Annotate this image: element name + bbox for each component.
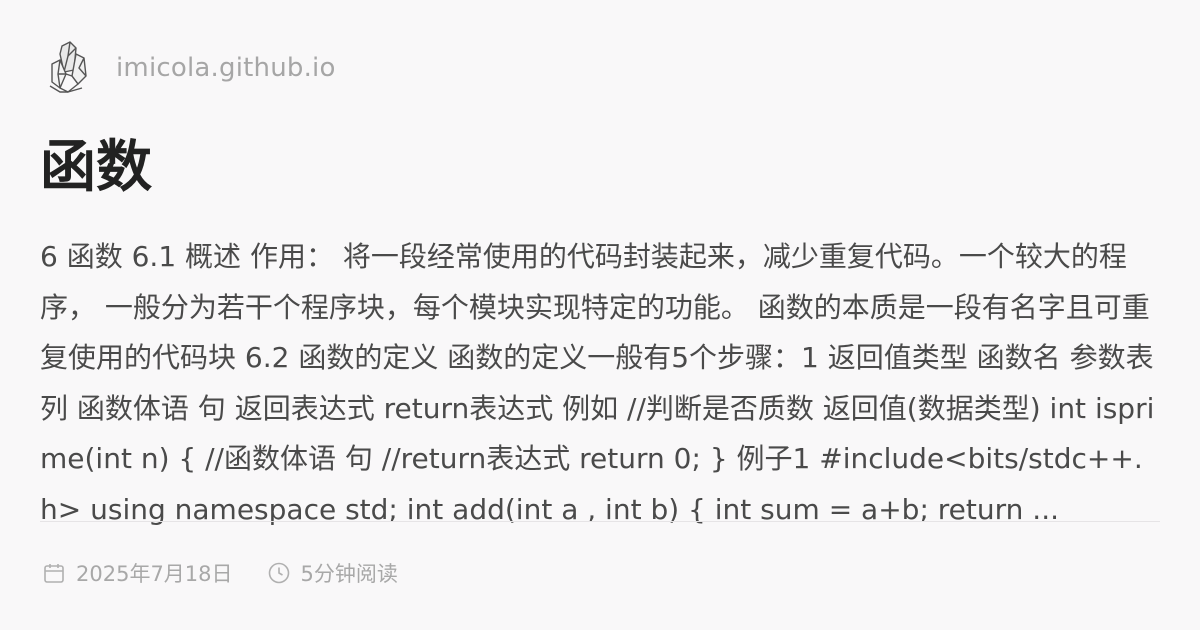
post-title: 函数 [40, 135, 152, 200]
post-excerpt: 6 函数 6.1 概述 作用： 将一段经常使用的代码封装起来，减少重复代码。一个… [40, 240, 1155, 526]
date-text: 2025年7月18日 [76, 562, 233, 586]
clock-icon [268, 562, 289, 584]
site-header: imicola.github.io [46, 40, 336, 96]
post-meta: 2025年7月18日 5分钟阅读 [42, 558, 432, 588]
calendar-icon [44, 564, 64, 583]
post-read-time: 5分钟阅读 [267, 558, 398, 588]
site-name[interactable]: imicola.github.io [116, 53, 336, 83]
divider [40, 521, 1160, 522]
post-date: 2025年7月18日 [42, 558, 233, 588]
read-time-text: 5分钟阅读 [300, 562, 398, 586]
crystal-cluster-icon [49, 41, 87, 93]
